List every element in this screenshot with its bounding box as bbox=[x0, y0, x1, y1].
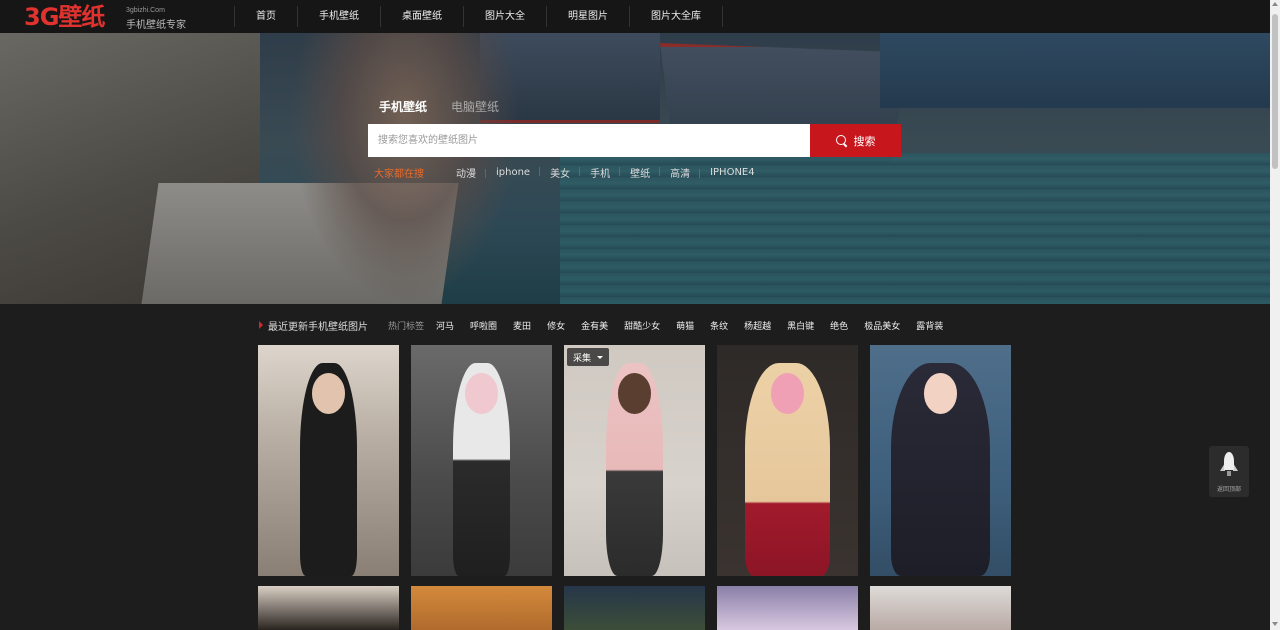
wallpaper-card[interactable] bbox=[870, 345, 1011, 576]
page-scrollbar[interactable] bbox=[1270, 0, 1280, 630]
collect-button[interactable]: 采集 bbox=[567, 348, 610, 366]
main-nav: 首页 手机壁纸 桌面壁纸 图片大全 明星图片 图片大全库 bbox=[234, 6, 723, 27]
back-to-top-label: 返回顶部 bbox=[1216, 486, 1241, 493]
hero-bg-boat bbox=[880, 33, 1270, 108]
nav-desktop-wallpaper[interactable]: 桌面壁纸 bbox=[380, 6, 463, 27]
hot-tag[interactable]: 呼啦圈 bbox=[470, 319, 497, 332]
rocket-icon bbox=[1220, 452, 1238, 476]
wallpaper-card[interactable] bbox=[564, 586, 705, 630]
hot-tag[interactable]: 条纹 bbox=[710, 319, 728, 332]
search-tabs: 手机壁纸 电脑壁纸 bbox=[379, 98, 499, 115]
wallpaper-card[interactable] bbox=[258, 345, 399, 576]
wallpaper-card[interactable] bbox=[870, 586, 1011, 630]
tab-pc-wallpaper[interactable]: 电脑壁纸 bbox=[451, 98, 499, 115]
hot-tag[interactable]: 河马 bbox=[436, 319, 454, 332]
quick-tag[interactable]: iphone bbox=[484, 167, 540, 178]
section-header: 最近更新手机壁纸图片 热门标签 河马 呼啦圈 麦田 修女 金有美 甜酷少女 萌猫… bbox=[259, 318, 959, 333]
search-button-label: 搜索 bbox=[853, 134, 876, 148]
hot-tag[interactable]: 杨超越 bbox=[744, 319, 771, 332]
hot-tag[interactable]: 露背装 bbox=[916, 319, 943, 332]
hot-tag[interactable]: 萌猫 bbox=[676, 319, 694, 332]
wallpaper-card[interactable] bbox=[717, 345, 858, 576]
quick-tag[interactable]: 动漫 bbox=[446, 165, 486, 180]
hot-tag[interactable]: 甜酷少女 bbox=[624, 319, 660, 332]
section-title[interactable]: 最近更新手机壁纸图片 bbox=[268, 318, 368, 333]
back-to-top-button[interactable]: 返回顶部 bbox=[1209, 446, 1249, 497]
logo-domain: 3gbizhi.Com bbox=[126, 7, 165, 14]
hot-tag[interactable]: 黑白键 bbox=[787, 319, 814, 332]
search-box bbox=[368, 124, 810, 157]
wallpaper-card[interactable]: 采集 bbox=[564, 345, 705, 576]
popular-searches: 大家都在搜 动漫 iphone 美女 手机 壁纸 高清 IPHONE4 bbox=[374, 165, 765, 180]
nav-image-library[interactable]: 图片大全库 bbox=[629, 6, 723, 27]
scroll-up-icon[interactable] bbox=[1272, 2, 1278, 6]
scroll-down-icon[interactable] bbox=[1272, 622, 1278, 626]
top-navbar: 3G壁纸 3gbizhi.Com 手机壁纸专家 首页 手机壁纸 桌面壁纸 图片大… bbox=[0, 0, 1270, 33]
hot-tag[interactable]: 极品美女 bbox=[864, 319, 900, 332]
triangle-right-icon bbox=[259, 321, 263, 329]
wallpaper-card[interactable] bbox=[411, 345, 552, 576]
hot-tag[interactable]: 金有美 bbox=[581, 319, 608, 332]
search-button[interactable]: 搜索 bbox=[810, 124, 901, 157]
wallpaper-card[interactable] bbox=[717, 586, 858, 630]
nav-home[interactable]: 首页 bbox=[234, 6, 297, 27]
hot-tags-label: 热门标签 bbox=[388, 321, 425, 332]
nav-phone-wallpaper[interactable]: 手机壁纸 bbox=[297, 6, 380, 27]
wallpaper-card[interactable] bbox=[411, 586, 552, 630]
hot-tag[interactable]: 修女 bbox=[547, 319, 565, 332]
quick-tag[interactable]: 壁纸 bbox=[619, 165, 660, 180]
quick-tag[interactable]: 手机 bbox=[579, 165, 620, 180]
chevron-down-icon bbox=[597, 355, 604, 359]
quick-tag[interactable]: 美女 bbox=[539, 165, 580, 180]
tab-phone-wallpaper[interactable]: 手机壁纸 bbox=[379, 98, 427, 115]
quick-tag[interactable]: IPHONE4 bbox=[699, 167, 765, 178]
quick-tag[interactable]: 高清 bbox=[659, 165, 700, 180]
site-logo[interactable]: 3G壁纸 3gbizhi.Com 手机壁纸专家 bbox=[24, 2, 194, 32]
nav-celebrity-images[interactable]: 明星图片 bbox=[546, 6, 629, 27]
search-input[interactable] bbox=[368, 124, 810, 157]
search-icon bbox=[835, 134, 848, 147]
wallpaper-card[interactable] bbox=[258, 586, 399, 630]
collect-label: 采集 bbox=[573, 353, 592, 364]
hot-tag[interactable]: 麦田 bbox=[513, 319, 531, 332]
logo-tagline: 手机壁纸专家 bbox=[126, 20, 186, 31]
scroll-thumb[interactable] bbox=[1272, 14, 1278, 169]
hot-tag[interactable]: 绝色 bbox=[830, 319, 848, 332]
popular-searches-label: 大家都在搜 bbox=[374, 169, 424, 180]
logo-text: 3G壁纸 bbox=[24, 3, 105, 31]
nav-images[interactable]: 图片大全 bbox=[463, 6, 546, 27]
